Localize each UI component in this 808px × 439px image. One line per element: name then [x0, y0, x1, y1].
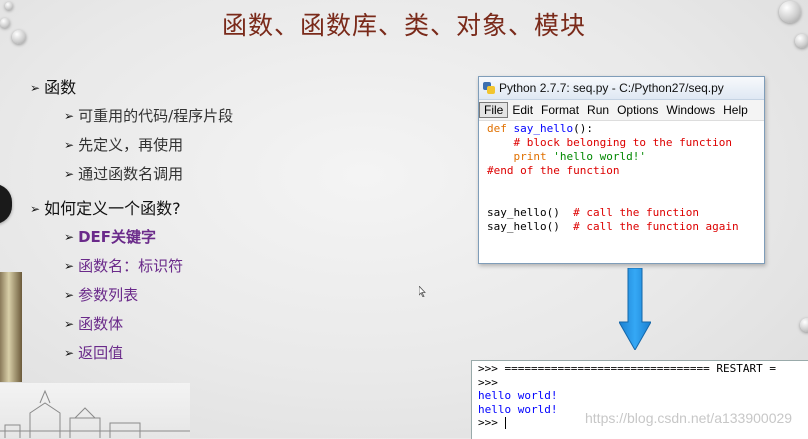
code-keyword: print [513, 150, 547, 163]
python-icon [483, 82, 495, 94]
shell-prompt: >>> [478, 375, 498, 389]
code-text: (): [573, 122, 593, 135]
watermark: https://blog.csdn.net/a133900029 [585, 410, 793, 426]
arrow-bullet-icon: ➢ [30, 81, 41, 95]
bullet-how-to-define: ➢ 如何定义一个函数? [30, 195, 233, 223]
decor-bubble-dark [0, 184, 12, 224]
menu-run[interactable]: Run [583, 103, 613, 117]
menu-help[interactable]: Help [719, 103, 752, 117]
code-comment: # call the function [573, 206, 699, 219]
bullet-label: 如何定义一个函数? [44, 199, 181, 218]
arrow-bullet-icon: ➢ [64, 317, 75, 331]
editor-menubar: File Edit Format Run Options Windows Hel… [479, 100, 764, 121]
arrow-bullet-icon: ➢ [64, 138, 75, 152]
shell-output-line: hello world! [478, 402, 558, 416]
sub-bullet: ➢ 函数名：标识符 [64, 252, 233, 281]
arrow-bullet-icon: ➢ [64, 167, 75, 181]
decor-building-sketch [0, 383, 190, 438]
sub-bullet: ➢ 返回值 [64, 339, 233, 368]
code-keyword: def [487, 122, 507, 135]
sub-bullet-label: 通过函数名调用 [78, 165, 184, 183]
slide-title: 函数、函数库、类、对象、模块 [221, 11, 586, 40]
decor-photo-left [0, 272, 22, 382]
arrow-bullet-icon: ➢ [64, 230, 75, 244]
sub-bullet: ➢ DEF关键字 [64, 223, 233, 252]
menu-edit[interactable]: Edit [508, 103, 537, 117]
code-comment: #end of the function [487, 164, 620, 177]
shell-prompt: >>> [478, 416, 498, 429]
arrow-bullet-icon: ➢ [64, 346, 75, 360]
down-arrow-icon [619, 268, 651, 350]
shell-restart-line: >>> =============================== REST… [478, 362, 777, 375]
code-text: say_hello() [487, 220, 560, 233]
arrow-bullet-icon: ➢ [64, 288, 75, 302]
arrow-bullet-icon: ➢ [64, 259, 75, 273]
editor-code-area[interactable]: def say_hello(): # block belonging to th… [479, 121, 764, 234]
bullet-functions: ➢ 函数 [30, 74, 233, 102]
sub-bullet-label: DEF关键字 [78, 228, 157, 246]
sub-bullet-label: 函数体 [78, 315, 124, 333]
sub-bullet-label: 可重用的代码/程序片段 [78, 107, 234, 125]
text-cursor [504, 417, 506, 429]
idle-editor-window[interactable]: Python 2.7.7: seq.py - C:/Python27/seq.p… [478, 76, 765, 264]
sub-bullet: ➢ 参数列表 [64, 281, 233, 310]
bullet-label: 函数 [44, 78, 77, 97]
code-comment: # call the function again [573, 220, 739, 233]
sub-bullet: ➢ 通过函数名调用 [64, 160, 233, 189]
sub-bullet: ➢ 函数体 [64, 310, 233, 339]
mouse-cursor-icon [419, 286, 426, 297]
arrow-bullet-icon: ➢ [64, 109, 75, 123]
bullet-list: ➢ 函数 ➢ 可重用的代码/程序片段 ➢ 先定义，再使用 ➢ 通过函数名调用 ➢… [30, 74, 233, 368]
arrow-bullet-icon: ➢ [30, 202, 41, 216]
python-shell-window[interactable]: >>> =============================== REST… [471, 360, 808, 439]
sub-bullet-label: 参数列表 [78, 286, 139, 304]
sub-bullet-label: 先定义，再使用 [78, 136, 184, 154]
menu-options[interactable]: Options [613, 103, 662, 117]
sub-bullet: ➢ 先定义，再使用 [64, 131, 233, 160]
code-text: say_hello() [487, 206, 560, 219]
code-comment: # block belonging to the function [513, 136, 733, 149]
menu-file[interactable]: File [479, 102, 509, 118]
code-string: 'hello world!' [553, 150, 646, 163]
sub-bullet: ➢ 可重用的代码/程序片段 [64, 102, 233, 131]
sub-bullet-label: 函数名：标识符 [78, 257, 184, 275]
decor-bubble [800, 318, 808, 332]
sub-bullet-label: 返回值 [78, 344, 124, 362]
code-function-name: say_hello [513, 122, 574, 135]
editor-titlebar[interactable]: Python 2.7.7: seq.py - C:/Python27/seq.p… [479, 77, 764, 100]
menu-format[interactable]: Format [537, 103, 583, 117]
menu-windows[interactable]: Windows [662, 103, 719, 117]
shell-output-line: hello world! [478, 389, 558, 402]
editor-title: Python 2.7.7: seq.py - C:/Python27/seq.p… [499, 81, 724, 95]
